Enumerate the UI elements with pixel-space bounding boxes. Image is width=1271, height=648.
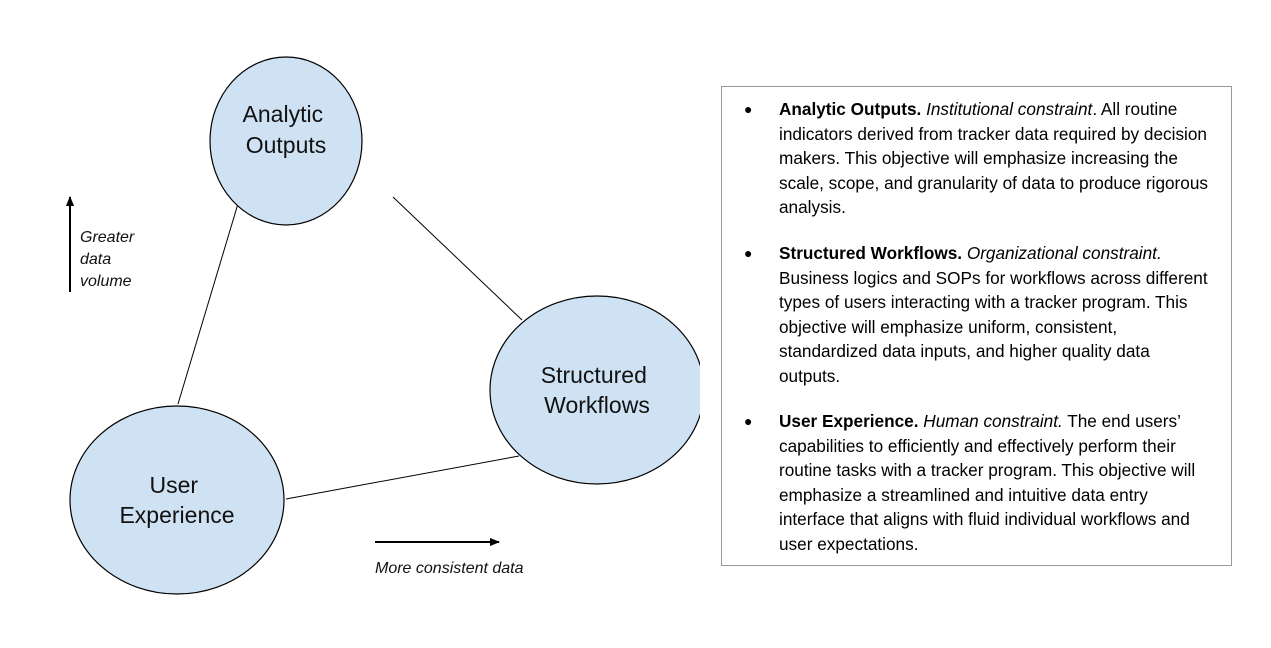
node-label-line: Experience: [119, 502, 234, 528]
vertical-axis-label-line: volume: [80, 273, 132, 290]
node-circle: [489, 295, 700, 485]
node-label-line: Workflows: [544, 392, 650, 418]
bullet-icon: ●: [744, 245, 753, 261]
node-label-line: Structured: [541, 362, 647, 388]
objective-constraint: Organizational constraint.: [966, 243, 1162, 263]
vertical-axis-label-line: data: [80, 251, 111, 268]
edge-analytic-structured: [392, 196, 523, 321]
bullet-icon: ●: [744, 101, 753, 117]
node-label-line: Outputs: [246, 132, 327, 158]
objectives-triangle-diagram: Analytic Outputs Structured Workflows Us…: [66, 56, 700, 595]
edge-user-structured: [285, 455, 520, 500]
vertical-axis-label: Greater data volume: [80, 229, 139, 290]
objective-constraint: Human constraint.: [923, 411, 1063, 431]
edge-analytic-user: [177, 196, 241, 405]
objective-title: Structured Workflows.: [779, 243, 963, 263]
objective-title: Analytic Outputs.: [779, 99, 922, 119]
node-user-experience: User Experience: [69, 405, 285, 595]
bullet-icon: ●: [744, 413, 753, 429]
objective-description: The end users’ capabilities to efficient…: [779, 411, 1196, 554]
objective-analytic-outputs: ● Analytic Outputs. Institutional constr…: [744, 97, 1209, 220]
node-structured-workflows: Structured Workflows: [489, 295, 700, 485]
objective-user-experience: ● User Experience. Human constraint. The…: [744, 409, 1209, 556]
objectives-legend-box: ● Analytic Outputs. Institutional constr…: [721, 86, 1232, 566]
objective-structured-workflows: ● Structured Workflows. Organizational c…: [744, 241, 1209, 388]
vertical-axis-label-line: Greater: [80, 229, 135, 246]
node-label-line: User: [150, 472, 199, 498]
objective-constraint: Institutional constraint: [926, 99, 1093, 119]
node-analytic-outputs: Analytic Outputs: [209, 56, 363, 226]
node-label-line: Analytic: [243, 101, 324, 127]
node-circle: [69, 405, 285, 595]
objective-description: Business logics and SOPs for workflows a…: [779, 267, 1208, 386]
horizontal-axis-label: More consistent data: [375, 560, 524, 577]
objective-title: User Experience.: [779, 411, 919, 431]
